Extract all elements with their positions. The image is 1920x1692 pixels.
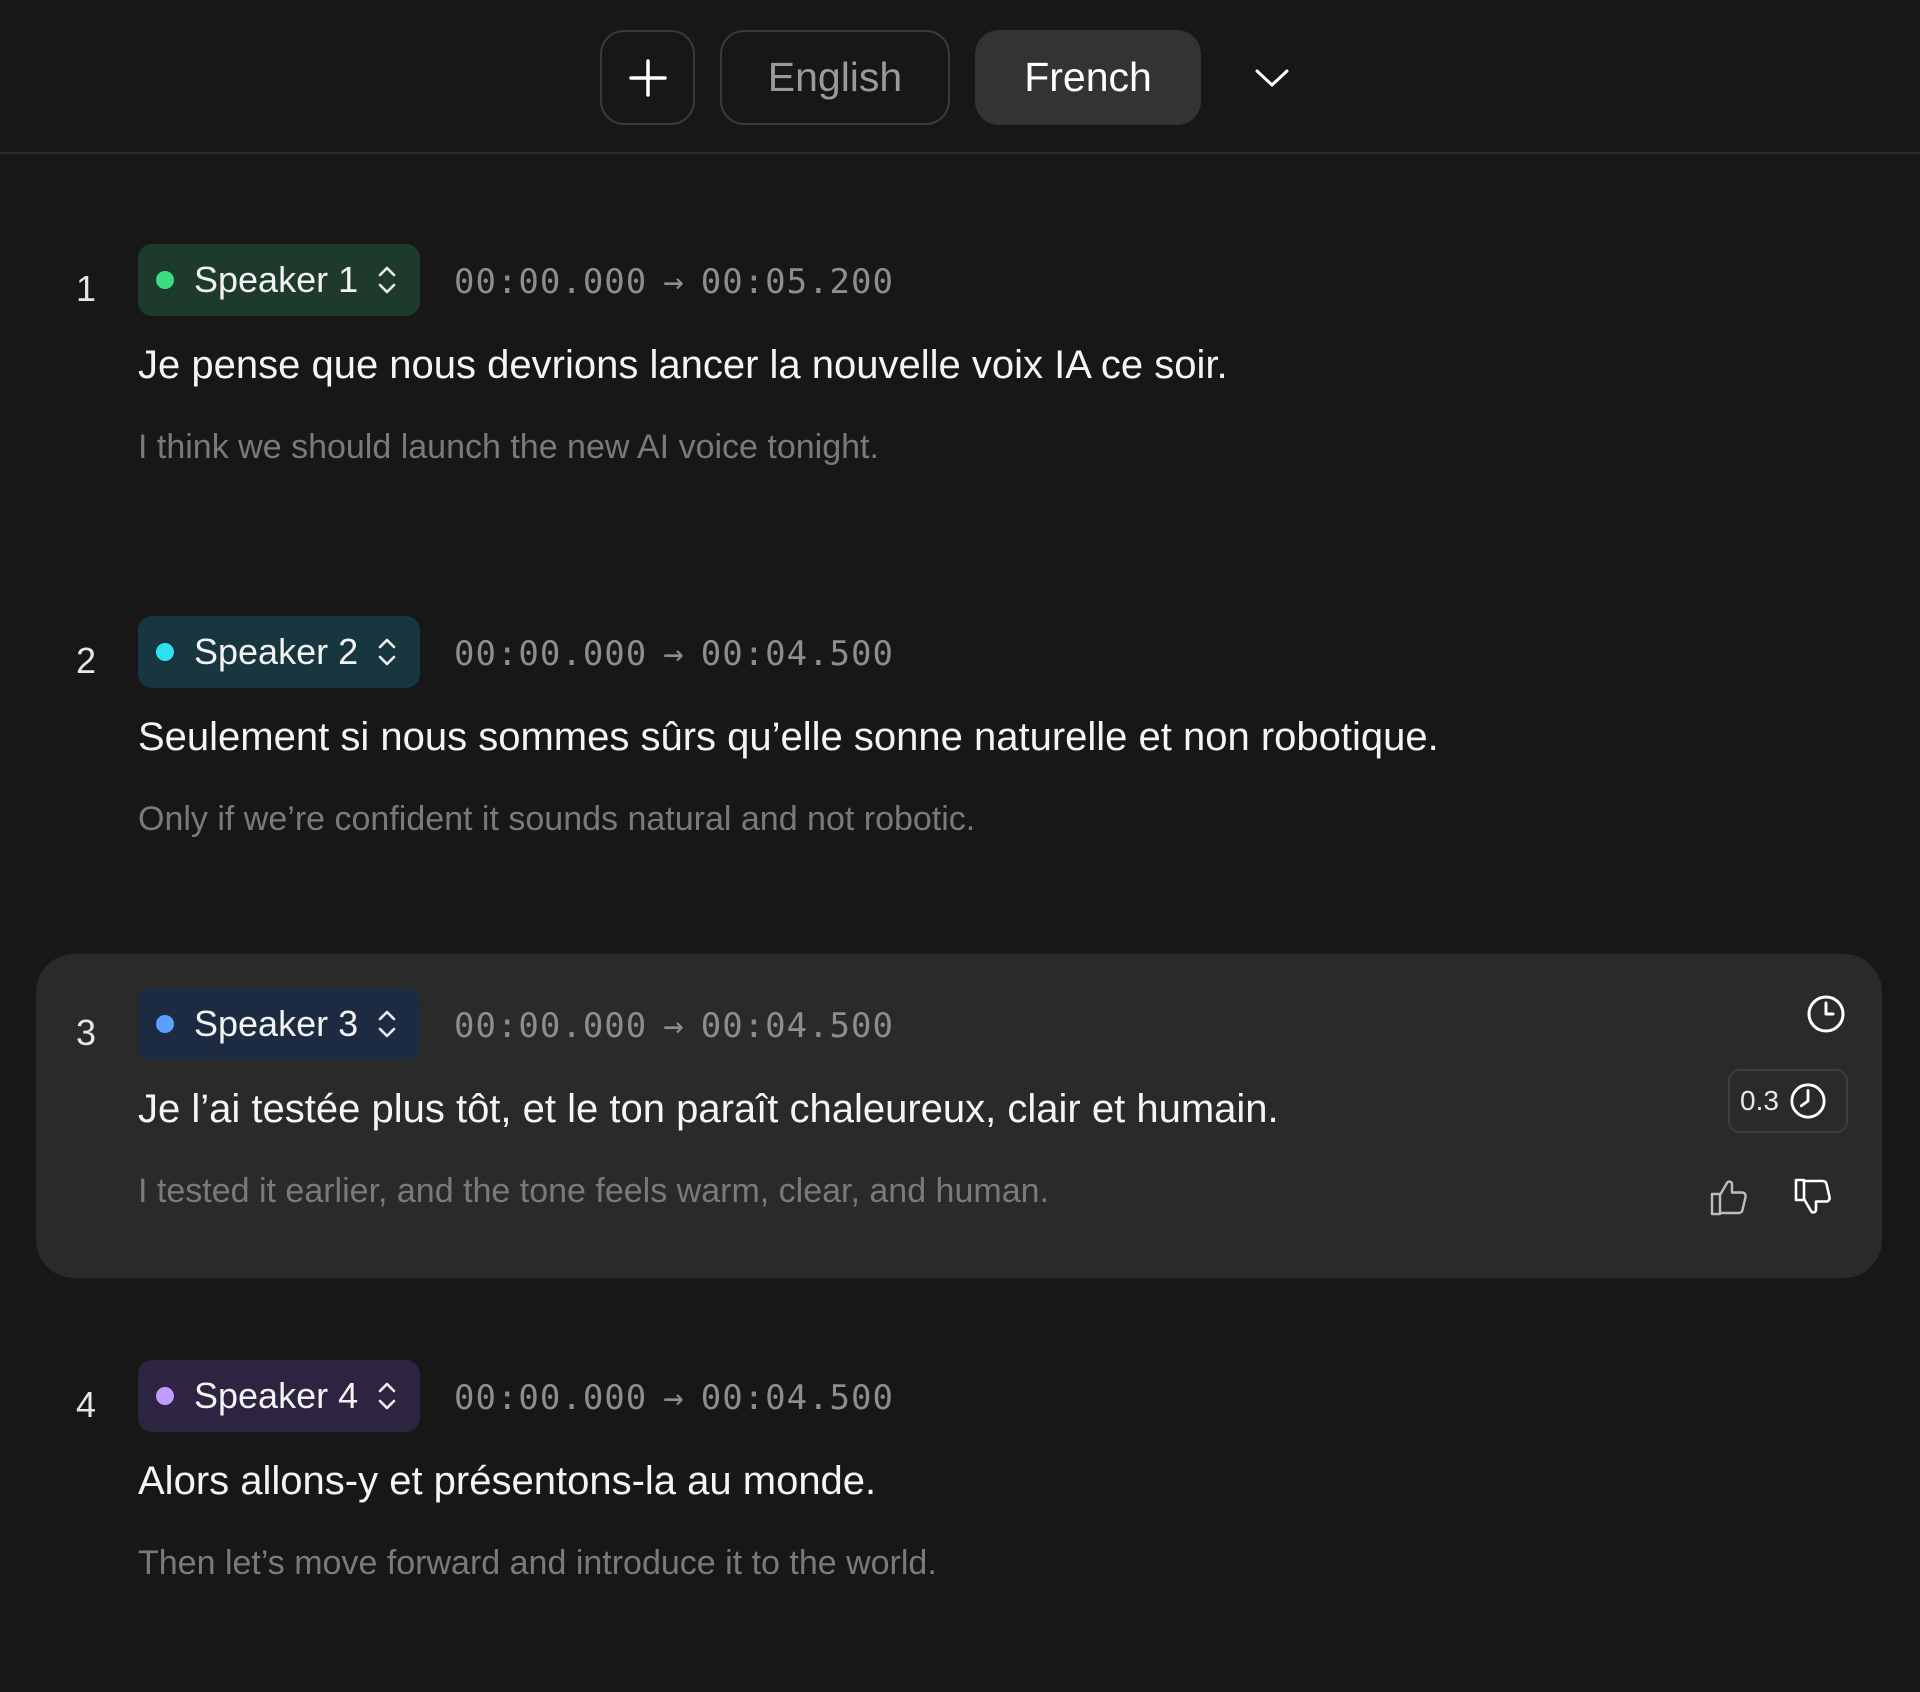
language-tab-english[interactable]: English	[720, 30, 950, 125]
arrow-right-icon: →	[663, 1006, 685, 1046]
speaker-selector[interactable]: Speaker 2	[138, 616, 421, 688]
segment-number: 4	[76, 1384, 97, 1425]
arrow-right-icon: →	[663, 1378, 685, 1418]
start-time: 00:00.000	[454, 1378, 648, 1418]
speed-setting-button[interactable]: 0.3	[1728, 1069, 1848, 1133]
segment-timestamp[interactable]: 00:00.000 → 00:04.500	[454, 634, 894, 674]
speaker-color-dot	[156, 271, 174, 289]
thumbs-down-icon[interactable]	[1792, 1176, 1834, 1218]
end-time: 00:04.500	[700, 1006, 894, 1046]
segment-number: 1	[76, 268, 97, 309]
timing-clock-icon[interactable]	[1806, 994, 1846, 1034]
clock-icon	[1789, 1082, 1827, 1120]
language-toolbar: English French	[0, 0, 1920, 154]
transcript-segment[interactable]: 2 Speaker 2 00:00.000 → 00:04.500 Seulemen…	[36, 582, 1882, 906]
translation-text[interactable]: I tested it earlier, and the tone feels …	[138, 1172, 1049, 1211]
plus-icon	[628, 58, 668, 98]
speaker-selector[interactable]: Speaker 1	[138, 244, 421, 316]
arrow-right-icon: →	[663, 262, 685, 302]
speaker-color-dot	[156, 1387, 174, 1405]
chevron-up-down-icon	[376, 263, 398, 297]
original-text[interactable]: Je l’ai testée plus tôt, et le ton paraî…	[138, 1087, 1279, 1132]
start-time: 00:00.000	[454, 262, 648, 302]
original-text[interactable]: Seulement si nous sommes sûrs qu’elle so…	[138, 715, 1439, 760]
original-text[interactable]: Je pense que nous devrions lancer la nou…	[138, 343, 1228, 388]
segment-timestamp[interactable]: 00:00.000 → 00:05.200	[454, 262, 894, 302]
thumbs-up-icon[interactable]	[1708, 1176, 1750, 1218]
speaker-color-dot	[156, 1015, 174, 1033]
segment-number: 3	[76, 1012, 97, 1053]
start-time: 00:00.000	[454, 1006, 648, 1046]
add-language-button[interactable]	[600, 30, 695, 125]
chevron-up-down-icon	[376, 635, 398, 669]
original-text[interactable]: Alors allons-y et présentons-la au monde…	[138, 1459, 876, 1504]
end-time: 00:04.500	[700, 1378, 894, 1418]
speaker-color-dot	[156, 643, 174, 661]
end-time: 00:05.200	[700, 262, 894, 302]
translation-text[interactable]: I think we should launch the new AI voic…	[138, 428, 879, 467]
language-tab-french[interactable]: French	[975, 30, 1201, 125]
chevron-up-down-icon	[376, 1007, 398, 1041]
segment-timestamp[interactable]: 00:00.000 → 00:04.500	[454, 1006, 894, 1046]
chevron-up-down-icon	[376, 1379, 398, 1413]
translation-text[interactable]: Only if we’re confident it sounds natura…	[138, 800, 975, 839]
chevron-down-icon	[1255, 68, 1289, 88]
translation-text[interactable]: Then let’s move forward and introduce it…	[138, 1544, 937, 1583]
speaker-selector[interactable]: Speaker 3	[138, 988, 421, 1060]
speaker-label: Speaker 3	[194, 1003, 359, 1044]
arrow-right-icon: →	[663, 634, 685, 674]
start-time: 00:00.000	[454, 634, 648, 674]
speaker-label: Speaker 1	[194, 259, 359, 300]
transcript-segment[interactable]: 1 Speaker 1 00:00.000 → 00:05.200 Je pense…	[36, 210, 1882, 534]
segment-timestamp[interactable]: 00:00.000 → 00:04.500	[454, 1378, 894, 1418]
language-dropdown-button[interactable]	[1237, 30, 1307, 125]
speaker-label: Speaker 2	[194, 631, 359, 672]
segment-number: 2	[76, 640, 97, 681]
transcript-segment[interactable]: 4 Speaker 4 00:00.000 → 00:04.500 Alors al…	[36, 1326, 1882, 1650]
speaker-label: Speaker 4	[194, 1375, 359, 1416]
transcript-segment-active[interactable]: 3 Speaker 3 00:00.000 → 00:04.500 Je l’ai …	[36, 954, 1882, 1278]
speaker-selector[interactable]: Speaker 4	[138, 1360, 421, 1432]
speed-value: 0.3	[1740, 1085, 1779, 1116]
end-time: 00:04.500	[700, 634, 894, 674]
